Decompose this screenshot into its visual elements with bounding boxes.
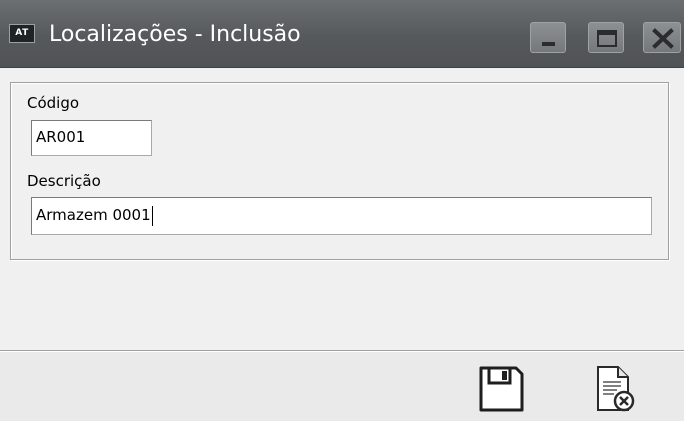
codigo-input[interactable]: AR001 <box>31 120 152 156</box>
cancel-button[interactable] <box>590 364 640 414</box>
close-button[interactable] <box>643 22 681 53</box>
minimize-icon <box>542 42 555 46</box>
maximize-icon <box>597 30 617 47</box>
title-bar[interactable]: AT Localizações - Inclusão <box>0 0 684 68</box>
minimize-button[interactable] <box>530 22 566 53</box>
save-icon <box>479 366 524 412</box>
cancel-document-icon <box>597 366 635 412</box>
descricao-value: Armazem 0001 <box>36 206 151 224</box>
footer-divider <box>0 350 684 351</box>
text-caret <box>151 205 153 226</box>
dialog-window: AT Localizações - Inclusão Código AR001 … <box>0 0 684 421</box>
descricao-label: Descrição <box>27 172 101 190</box>
window-title: Localizações - Inclusão <box>49 22 301 47</box>
maximize-button[interactable] <box>588 22 624 53</box>
codigo-label: Código <box>27 94 80 112</box>
save-button[interactable] <box>476 364 526 414</box>
app-icon: AT <box>9 24 35 43</box>
descricao-input[interactable]: Armazem 0001 <box>31 197 652 235</box>
action-toolbar <box>0 352 684 421</box>
close-icon <box>652 28 674 49</box>
